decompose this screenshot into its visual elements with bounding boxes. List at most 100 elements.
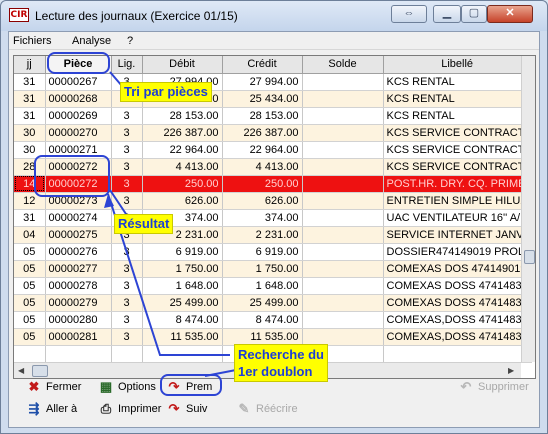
cell-libelle: SERVICE INTERNET JANV [383,226,532,244]
suiv-button[interactable]: ↷ Suiv [165,400,208,420]
cell-lig: 3 [111,107,143,125]
rewrite-icon: ✎ [238,401,250,417]
cell-libelle: KCS SERVICE CONTRACT [383,141,532,159]
fermer-button[interactable]: ✖ Fermer [25,378,82,398]
cell-solde [302,124,384,142]
menu-fichiers[interactable]: Fichiers [13,35,52,47]
column-header-libelle[interactable]: Libellé [383,56,532,74]
cell-lig: 3 [111,124,143,142]
cell-credit: 11 535.00 [222,328,303,346]
cell-lig [111,345,143,363]
options-button[interactable]: ▦ Options [97,378,156,398]
cell-debit: 8 474.00 [142,311,223,329]
menu-bar: Fichiers Analyse ? [9,32,539,50]
journal-grid[interactable]: jj Pièce Lig. Débit Crédit Solde Libellé… [13,55,536,379]
cell-solde [302,158,384,176]
cell-solde [302,141,384,159]
cell-libelle: COMEXAS,DOSS 47414834 [383,311,532,329]
title-bar[interactable]: CIR Lecture des journaux (Exercice 01/15… [1,1,547,31]
annotation-recherche: Recherche du 1er doublon [234,344,328,382]
vertical-scroll-thumb[interactable] [524,250,535,264]
maximize-button[interactable]: ▢ [461,5,487,23]
annotation-recherche-line1: Recherche du [238,347,324,362]
cell-solde [302,328,384,346]
options-grid-icon: ▦ [99,379,113,395]
cell-piece: 00000277 [45,260,112,278]
column-header-jj[interactable]: jj [14,56,46,74]
cell-jj: 31 [14,73,46,91]
options-label: Options [118,381,156,393]
menu-analyse[interactable]: Analyse [72,35,111,47]
cell-libelle: COMEXAS DOSS 47414834 [383,277,532,295]
printer-icon: ⎙ [100,401,112,417]
cell-libelle: COMEXAS DOS 474149019 [383,260,532,278]
cell-lig: 3 [111,277,143,295]
reecrire-label: Réécrire [256,403,298,415]
cell-credit: 6 919.00 [222,243,303,261]
cell-credit: 28 153.00 [222,107,303,125]
fermer-label: Fermer [46,381,82,393]
cell-credit: 25 499.00 [222,294,303,312]
cell-credit: 2 231.00 [222,226,303,244]
cell-piece: 00000281 [45,328,112,346]
table-row[interactable]: 04 00000275 3 2 231.00 2 231.00 SERVICE INTER… [14,226,532,244]
cell-jj: 05 [14,260,46,278]
scroll-left-arrow-icon[interactable]: ◀ [18,366,24,375]
scroll-right-arrow-icon[interactable]: ▶ [508,366,514,375]
cell-solde [302,209,384,227]
window-title: Lecture des journaux (Exercice 01/15) [35,9,238,23]
aller-button[interactable]: ⇶ Aller à [25,400,78,420]
column-header-solde[interactable]: Solde [302,56,384,74]
cell-credit: 22 964.00 [222,141,303,159]
column-header-lig[interactable]: Lig. [111,56,143,74]
cell-lig: 3 [111,260,143,278]
cell-debit: 626.00 [142,192,223,210]
cell-credit: 1 648.00 [222,277,303,295]
cell-credit: 1 750.00 [222,260,303,278]
cell-solde [302,260,384,278]
swap-icon[interactable]: ⇔ [391,5,427,23]
cell-libelle: COMEXAS DOSS 47414834 [383,294,532,312]
supprimer-button[interactable]: ↶ Supprimer [457,378,529,398]
cell-debit: 25 499.00 [142,294,223,312]
table-row[interactable]: 31 00000269 3 28 153.00 28 153.00 KCS RENTAL [14,107,532,125]
column-header-debit[interactable]: Débit [142,56,223,74]
cell-piece: 00000269 [45,107,112,125]
close-button[interactable]: ✕ [487,5,533,23]
cell-piece: 00000276 [45,243,112,261]
table-row[interactable]: 05 00000279 3 25 499.00 25 499.00 COMEXAS DOS… [14,294,532,312]
table-row[interactable]: 05 00000276 3 6 919.00 6 919.00 DOSSIER474149… [14,243,532,261]
cell-libelle: KCS SERVICE CONTRACT [383,158,532,176]
cell-libelle: DOSSIER474149019 PROL [383,243,532,261]
cell-solde [302,192,384,210]
cell-solde [302,73,384,91]
annotation-resultat: Résultat [114,214,174,234]
imprimer-button[interactable]: ⎙ Imprimer [97,400,162,420]
reecrire-button[interactable]: ✎ Réécrire [235,400,298,420]
table-row[interactable]: 05 00000280 3 8 474.00 8 474.00 COMEXAS,DOSS … [14,311,532,329]
table-row[interactable]: 3100000268325 434.0025 434.00KCS RENTAL [14,90,532,108]
cell-solde [302,90,384,108]
menu-help[interactable]: ? [127,35,133,47]
table-row[interactable]: 30 00000270 3 226 387.00 226 387.00 KCS SERVI… [14,124,532,142]
horizontal-scroll-thumb[interactable] [32,365,48,377]
cell-credit: 8 474.00 [222,311,303,329]
annotation-tri: Tri par pièces [120,82,212,102]
cell-debit: 1 648.00 [142,277,223,295]
cell-debit: 4 413.00 [142,158,223,176]
table-row[interactable]: 05 00000277 3 1 750.00 1 750.00 COMEXAS DOS 4… [14,260,532,278]
minimize-button[interactable]: ▁ [433,5,461,23]
imprimer-label: Imprimer [118,403,162,415]
table-row[interactable]: 05 00000278 3 1 648.00 1 648.00 COMEXAS DOSS … [14,277,532,295]
cell-libelle: KCS SERVICE CONTRACT [383,124,532,142]
table-row[interactable]: 3100000267327 994.0027 994.00KCS RENTAL [14,73,532,91]
cell-jj: 31 [14,107,46,125]
cell-debit: 1 750.00 [142,260,223,278]
column-header-credit[interactable]: Crédit [222,56,303,74]
table-row[interactable]: 05 00000281 3 11 535.00 11 535.00 COMEXAS,DOS… [14,328,532,346]
table-row[interactable]: 31000002743374.00374.00UAC VENTILATEUR 1… [14,209,532,227]
vertical-scrollbar[interactable] [521,56,535,362]
cell-jj: 31 [14,209,46,227]
cell-credit: 226 387.00 [222,124,303,142]
search-next-icon: ↷ [168,401,180,417]
